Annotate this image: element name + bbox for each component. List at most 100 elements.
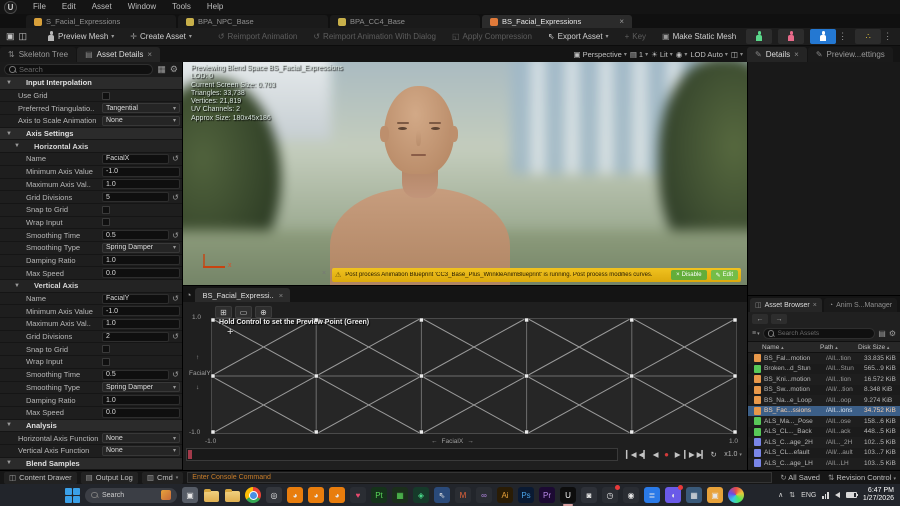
property-row[interactable]: Grid Divisions 2 ↺ [0, 330, 182, 344]
step-back-button[interactable]: ◀▎ [639, 450, 650, 459]
screen-size-dropdown[interactable]: ▤ 1 ▾ [630, 50, 648, 59]
taskbar-app-icon[interactable]: ◕ [329, 487, 345, 503]
viewport-tool-icon[interactable] [217, 48, 229, 60]
value-field[interactable]: 0.5 [102, 369, 169, 380]
battery-icon[interactable] [845, 492, 859, 498]
property-row[interactable]: Wrap Input [0, 356, 182, 369]
property-row[interactable]: ▼ Analysis [0, 419, 182, 433]
create-asset-button[interactable]: ✛ Create Asset ▾ [124, 29, 198, 44]
property-row[interactable]: Preferred Triangulatio.. Tangential ▾ [0, 102, 182, 116]
property-row[interactable]: ▼ Vertical Axis [0, 280, 182, 293]
close-icon[interactable]: × [147, 50, 152, 59]
filter-icon[interactable]: ≡ ▾ [752, 330, 760, 337]
viewport-tool-icon[interactable] [247, 48, 259, 60]
taskbar-app-icon[interactable]: Pt [371, 487, 387, 503]
tab-anim-slot-manager[interactable]: ◔ Anim S...Manager [823, 298, 898, 312]
to-end-button[interactable]: ▶▎ [697, 450, 708, 459]
viewport-tool-icon[interactable] [262, 48, 274, 60]
asset-row[interactable]: Broken...d_Stun /All...Stun 565...9 KiB [748, 364, 900, 375]
close-icon[interactable]: × [794, 50, 799, 59]
unreal-logo-icon[interactable]: U [4, 0, 17, 14]
value-field[interactable]: 1.0 [102, 318, 180, 329]
asset-row[interactable]: ALS_C...age_LH /All...LH 103...5 KiB [748, 458, 900, 469]
chevron-down-icon[interactable]: ▼ [6, 422, 12, 428]
playback-speed-dropdown[interactable]: x1.0 ▾ [724, 451, 742, 458]
viewport-tool-icon[interactable] [202, 48, 214, 60]
taskbar-app-icon[interactable]: ◎ [266, 487, 282, 503]
value-field[interactable]: 5 [102, 192, 169, 203]
play-reverse-button[interactable]: ◀ [651, 450, 659, 459]
property-row[interactable]: Snap to Grid [0, 343, 182, 357]
taskbar-app-icon[interactable]: ∞ [476, 487, 492, 503]
step-forward-button[interactable]: ▎▶ [684, 450, 695, 459]
document-tab[interactable]: BPA_CC4_Base [330, 15, 480, 28]
lit-dropdown[interactable]: ☀ Lit ▾ [651, 50, 673, 59]
tab-asset-details[interactable]: ▤ Asset Details × [77, 47, 160, 62]
property-row[interactable]: Axis to Scale Animation None ▾ [0, 115, 182, 128]
property-row[interactable]: Maximum Axis Val.. 1.0 [0, 178, 182, 192]
revision-control-dropdown[interactable]: ⇅ Revision Control ▾ [828, 473, 896, 482]
checkbox[interactable] [102, 357, 110, 366]
document-tab[interactable]: BS_Facial_Expressions × [482, 15, 632, 28]
viewport-tool-icon[interactable] [337, 48, 349, 60]
taskbar-app-icon[interactable]: ◖ [665, 485, 683, 503]
menu-item[interactable]: Help [199, 0, 231, 14]
notification-dismiss-icon[interactable]: × [322, 270, 326, 277]
taskbar-app-icon[interactable]: U [560, 487, 576, 506]
dropdown[interactable]: None ▾ [102, 115, 180, 126]
property-row[interactable]: ▼ Input Interpolation [0, 77, 182, 90]
property-row[interactable]: Minimum Axis Value -1.0 [0, 165, 182, 179]
mesh-mode-button[interactable] [778, 29, 805, 44]
taskbar-app-icon[interactable]: ◈ [413, 487, 429, 503]
checkbox[interactable] [102, 345, 110, 354]
menu-item[interactable]: Edit [54, 0, 84, 14]
property-row[interactable]: ▼ Axis Settings [0, 127, 182, 141]
tab-details[interactable]: ✎ Details × [747, 47, 807, 62]
property-row[interactable]: Max Speed 0.0 [0, 406, 182, 420]
property-row[interactable]: Smoothing Type Spring Damper ▾ [0, 241, 182, 255]
taskbar-app-icon[interactable]: ▦ [392, 487, 408, 503]
column-disk-size[interactable]: Disk Size ▴ [858, 344, 900, 351]
column-path[interactable]: Path ▴ [820, 344, 858, 351]
preview-point-button[interactable]: ⊕ [255, 306, 272, 318]
playhead[interactable] [188, 450, 192, 459]
reimport-animation-dialog-button[interactable]: ↺ Reimport Animation With Dialog [307, 29, 442, 44]
checkbox[interactable] [102, 218, 110, 227]
menu-item[interactable]: Tools [164, 0, 199, 14]
menu-item[interactable]: Asset [84, 0, 120, 14]
property-row[interactable]: ▼ Horizontal Axis [0, 140, 182, 154]
asset-row[interactable]: BS_Sw...motion /All/...tion 8.348 KiB [748, 385, 900, 396]
property-row[interactable]: Smoothing Type Spring Damper ▾ [0, 381, 182, 395]
show-labels-button[interactable]: ▭ [235, 306, 252, 318]
value-field[interactable]: -1.0 [102, 306, 180, 317]
save-icon[interactable]: ▣ [6, 30, 15, 44]
property-row[interactable]: Smoothing Time 0.5 ↺ [0, 368, 182, 382]
console-command-input[interactable]: Enter Console Command [187, 472, 773, 483]
cinematic-camera-dropdown[interactable]: ◫ ▾ [731, 50, 743, 59]
preview-viewport[interactable]: Previewing Blend Space BS_Facial_Express… [183, 62, 747, 285]
lod-dropdown[interactable]: LOD Auto ▾ [690, 50, 728, 59]
animation-mode-button[interactable] [810, 29, 837, 44]
view-options-icon[interactable]: ▦ [157, 64, 166, 75]
taskbar-app-icon[interactable]: M [455, 487, 471, 503]
document-tab[interactable]: S_Facial_Expressions [26, 15, 176, 28]
apply-compression-button[interactable]: ◱ Apply Compression [446, 29, 538, 44]
taskbar-app-icon[interactable] [224, 487, 240, 503]
back-button[interactable]: ← [752, 314, 768, 324]
menu-item[interactable]: File [25, 0, 54, 14]
tray-expand-icon[interactable]: ∧ [778, 491, 783, 499]
play-button[interactable]: ▶ [673, 450, 681, 459]
checkbox[interactable] [102, 91, 110, 100]
search-input[interactable]: Search [4, 64, 154, 75]
asset-row[interactable]: ALS_CL..._Back /All...ack 448...5 KiB [748, 427, 900, 438]
taskbar-app-icon[interactable]: ◙ [581, 487, 597, 503]
taskbar-app-icon[interactable]: ≣ [644, 487, 660, 503]
export-asset-button[interactable]: ⇖ Export Asset ▾ [542, 29, 615, 44]
close-icon[interactable]: × [619, 17, 624, 26]
loop-button[interactable]: ↻ [709, 450, 717, 459]
reset-to-default-icon[interactable]: ↺ [171, 154, 180, 163]
viewport-tool-icon[interactable] [367, 48, 379, 60]
viewport-tool-icon[interactable] [277, 48, 289, 60]
perspective-dropdown[interactable]: ▣ Perspective ▾ [574, 50, 627, 59]
tab-asset-browser[interactable]: ◫ Asset Browser × [750, 298, 822, 312]
